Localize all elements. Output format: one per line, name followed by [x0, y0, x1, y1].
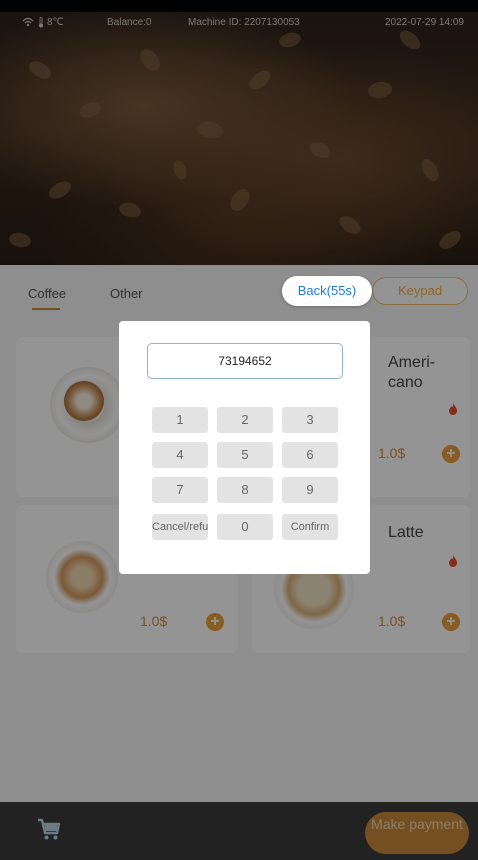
- code-input[interactable]: 73194652: [147, 343, 343, 379]
- key-6[interactable]: 6: [282, 442, 338, 468]
- keypad-dialog: 73194652 1 2 3 4 5 6 7 8 9 Cancel/refu 0…: [119, 321, 370, 574]
- key-7[interactable]: 7: [152, 477, 208, 503]
- key-5[interactable]: 5: [217, 442, 273, 468]
- key-9[interactable]: 9: [282, 477, 338, 503]
- key-1[interactable]: 1: [152, 407, 208, 433]
- confirm-button[interactable]: Confirm: [282, 514, 338, 540]
- key-8[interactable]: 8: [217, 477, 273, 503]
- back-button[interactable]: Back(55s): [282, 276, 372, 306]
- key-2[interactable]: 2: [217, 407, 273, 433]
- app-screen: 8℃ Balance:0 Machine ID: 2207130053 2022…: [0, 0, 478, 860]
- key-3[interactable]: 3: [282, 407, 338, 433]
- cancel-refund-button[interactable]: Cancel/refu: [152, 514, 208, 540]
- key-4[interactable]: 4: [152, 442, 208, 468]
- key-0[interactable]: 0: [217, 514, 273, 540]
